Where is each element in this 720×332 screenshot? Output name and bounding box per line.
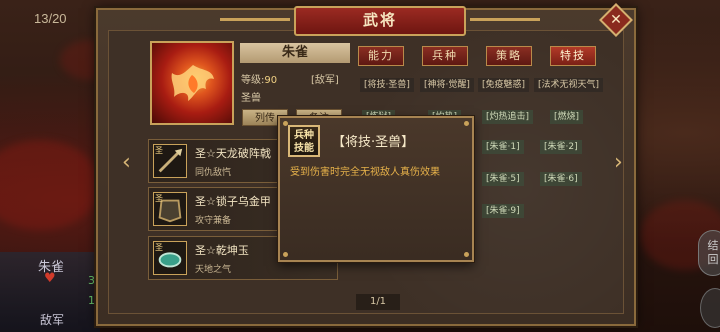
equip-desc: 攻守兼备 xyxy=(195,216,232,226)
prev-arrow-icon[interactable]: ‹ xyxy=(122,152,136,174)
equip-name: 圣☆锁子乌金甲 xyxy=(195,195,271,208)
holy-mark: 圣 xyxy=(155,243,163,252)
skill-tag[interactable]: [灼热追击] xyxy=(482,110,534,124)
armor-icon: 圣 xyxy=(153,192,187,226)
grid-tag[interactable]: [朱雀·9] xyxy=(482,204,524,218)
phoenix-icon xyxy=(171,65,214,101)
equip-desc: 天地之气 xyxy=(195,265,232,275)
panel-title: 武将 xyxy=(220,6,540,36)
halberd-icon: 圣 xyxy=(153,144,187,178)
skill-tag[interactable]: [法术无视天气] xyxy=(534,78,604,92)
corner-rivet xyxy=(464,121,469,126)
skill-tag[interactable]: [免疫魅惑] xyxy=(478,78,530,92)
hero-name: 朱雀 xyxy=(240,43,350,63)
hero-portrait xyxy=(150,41,234,125)
skill-tag[interactable]: [将技·圣兽] xyxy=(360,78,414,92)
heart-icon: ♥ xyxy=(44,271,56,286)
end-turn-label: 结 回 xyxy=(707,239,719,266)
skill-tag[interactable]: [神将·觉醒] xyxy=(420,78,474,92)
corner-rivet xyxy=(464,252,469,257)
holy-mark: 圣 xyxy=(155,146,163,155)
corner-rivet xyxy=(283,252,288,257)
equip-name: 圣☆乾坤玉 xyxy=(195,244,249,257)
equip-desc: 同仇敌忾 xyxy=(195,168,232,178)
holy-mark: 圣 xyxy=(155,194,163,203)
skill-tag[interactable]: [燃烧] xyxy=(550,110,584,124)
grid-tag[interactable]: [朱雀·6] xyxy=(540,172,582,186)
tab-strategy[interactable]: 策略 xyxy=(486,46,532,66)
close-icon: ✕ xyxy=(610,12,622,28)
tab-special[interactable]: 特技 xyxy=(550,46,596,66)
skill-tooltip: 兵种 技能 【将技·圣兽】 受到伤害时完全无视敌人真伤效果 xyxy=(278,116,474,262)
hero-camp: [敌军] xyxy=(311,75,339,86)
equip-name: 圣☆天龙破阵戟 xyxy=(195,147,271,160)
grid-tag[interactable]: [朱雀·5] xyxy=(482,172,524,186)
next-arrow-icon[interactable]: › xyxy=(614,152,628,174)
side-unit-camp: 敌军 xyxy=(40,313,65,327)
end-turn-button[interactable]: 结 回 xyxy=(698,230,720,276)
level-value: 90 xyxy=(264,75,278,86)
grid-tag[interactable]: [朱雀·1] xyxy=(482,140,524,154)
troop-skill-badge: 兵种 技能 xyxy=(288,125,320,157)
hero-class: 圣兽 xyxy=(241,93,261,104)
page-indicator: 1/1 xyxy=(356,294,400,310)
tab-ability[interactable]: 能力 xyxy=(358,46,404,66)
level-label: 等级: xyxy=(241,75,265,86)
tab-troop[interactable]: 兵种 xyxy=(422,46,468,66)
hero-level: 等级:90 [敌军] xyxy=(241,71,339,86)
tooltip-description: 受到伤害时完全无视敌人真伤效果 xyxy=(290,167,440,178)
jade-icon: 圣 xyxy=(153,241,187,275)
tooltip-title: 【将技·圣兽】 xyxy=(332,135,415,150)
grid-tag[interactable]: [朱雀·2] xyxy=(540,140,582,154)
turn-counter: 13/20 xyxy=(34,11,67,26)
